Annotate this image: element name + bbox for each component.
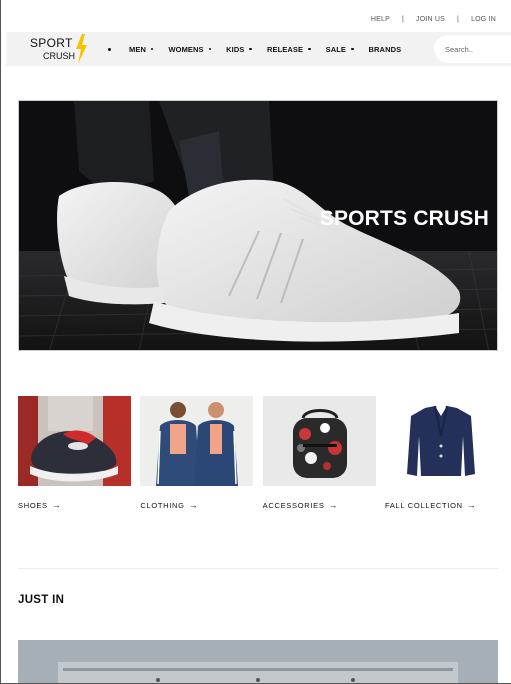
arrow-right-icon: → xyxy=(466,500,477,510)
main-navbar: SPORT CRUSH MEN WOMENS KIDS RELEASE SALE… xyxy=(6,32,511,66)
category-clothing[interactable]: CLOTHING → xyxy=(140,396,254,510)
shoes-thumbnail xyxy=(18,396,131,486)
jacket-image xyxy=(384,396,498,486)
category-shoes[interactable]: SHOES → xyxy=(18,396,131,510)
dropdown-dot-icon xyxy=(208,47,212,51)
nav-item-release[interactable]: RELEASE xyxy=(267,45,311,54)
fall-collection-thumbnail xyxy=(384,396,498,486)
arrow-right-icon: → xyxy=(188,500,199,510)
category-label: ACCESSORIES → xyxy=(263,500,376,510)
brand-logo[interactable]: SPORT CRUSH xyxy=(28,34,90,64)
just-in-photo xyxy=(18,640,498,683)
category-label-text: SHOES xyxy=(18,500,48,510)
arrow-right-icon: → xyxy=(328,500,339,510)
logo-line-2: CRUSH xyxy=(43,51,76,61)
clothing-thumbnail xyxy=(140,396,254,486)
nav-menu: MEN WOMENS KIDS RELEASE SALE BRANDS xyxy=(108,32,416,66)
log-in-link[interactable]: LOG IN xyxy=(471,16,496,23)
join-us-link[interactable]: JOIN US xyxy=(416,16,445,23)
section-divider xyxy=(18,568,498,569)
dropdown-dot-icon xyxy=(351,47,354,51)
logo-line-1: SPORT xyxy=(30,36,73,50)
hero-title: SPORTS CRUSH xyxy=(319,207,489,230)
nav-item-label: RELEASE xyxy=(266,44,304,54)
nav-item-label: SALE xyxy=(325,44,347,54)
lightning-bolt-icon xyxy=(76,34,87,64)
dropdown-dot-icon xyxy=(308,47,311,51)
nav-item-label: KIDS xyxy=(226,44,245,54)
category-label: CLOTHING → xyxy=(140,500,253,510)
hero-banner[interactable]: SPORTS CRUSH xyxy=(18,100,498,351)
category-label-text: CLOTHING xyxy=(140,500,185,510)
category-label: SHOES → xyxy=(18,500,131,510)
nav-item-label: WOMENS xyxy=(168,44,204,54)
nav-item-kids[interactable]: KIDS xyxy=(226,45,252,54)
nav-item-brands[interactable]: BRANDS xyxy=(369,45,402,54)
nav-item-men[interactable]: MEN xyxy=(129,44,154,54)
backpack-image xyxy=(262,396,376,486)
category-label: FALL COLLECTION → xyxy=(385,500,498,510)
dropdown-dot-icon xyxy=(150,47,154,51)
nav-item-label: MEN xyxy=(129,44,146,54)
nav-item-sale[interactable]: SALE xyxy=(326,45,354,54)
clothing-models-image xyxy=(140,396,254,486)
category-label-text: ACCESSORIES xyxy=(262,500,325,510)
page: HELP | JOIN US | LOG IN SPORT CRUSH MEN … xyxy=(0,0,511,684)
accessories-thumbnail xyxy=(262,396,376,486)
category-fall-collection[interactable]: FALL COLLECTION → xyxy=(384,396,498,510)
shoe-image xyxy=(18,396,131,486)
nav-item-label: BRANDS xyxy=(368,44,402,54)
utility-separator: | xyxy=(457,16,460,23)
utility-separator: | xyxy=(401,16,405,23)
nav-bullet-icon xyxy=(108,47,111,51)
dropdown-dot-icon xyxy=(249,47,252,51)
category-accessories[interactable]: ACCESSORIES → xyxy=(262,396,376,510)
category-label-text: FALL COLLECTION xyxy=(384,500,463,510)
nav-item-womens[interactable]: WOMENS xyxy=(168,44,212,54)
section-title: JUST IN xyxy=(18,594,65,606)
search-box xyxy=(434,35,511,63)
search-input[interactable] xyxy=(445,44,511,54)
arrow-right-icon: → xyxy=(51,500,62,510)
utility-links: HELP | JOIN US | LOG IN xyxy=(371,16,496,23)
help-link[interactable]: HELP xyxy=(371,16,390,23)
just-in-banner-image[interactable] xyxy=(18,640,498,683)
category-grid: SHOES → CLOTHING → ACCESSORIES → FALL CO… xyxy=(18,396,498,510)
